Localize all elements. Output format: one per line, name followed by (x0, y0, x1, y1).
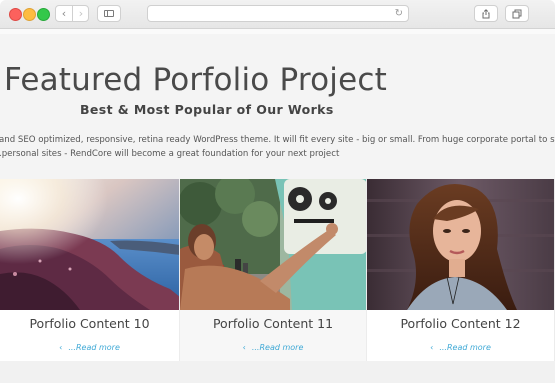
portfolio-card[interactable]: Porfolio Content 11 ‹ ...Read more (180, 179, 367, 361)
read-more-label: ...Read more (68, 343, 120, 352)
chevron-left-icon: ‹ (430, 343, 434, 352)
reload-icon[interactable]: ↻ (395, 6, 403, 21)
portfolio-grid: Porfolio Content 10 ‹ ...Read more Porfo… (0, 179, 555, 361)
minimize-window-button[interactable] (23, 8, 36, 21)
portfolio-thumbnail-portrait[interactable] (367, 179, 554, 310)
portfolio-thumbnail-street-art[interactable] (180, 179, 366, 310)
portfolio-card-title[interactable]: Porfolio Content 12 (367, 316, 554, 331)
description-line-1: and SEO optimized, responsive, retina re… (0, 135, 555, 145)
share-button[interactable] (474, 5, 498, 22)
browser-toolbar: ‹ › ↻ (0, 0, 555, 29)
address-bar[interactable]: ↻ (147, 5, 409, 22)
browser-window: ‹ › ↻ Featured Porfolio Project Best & M… (0, 0, 555, 383)
close-window-button[interactable] (9, 8, 22, 21)
page-description: and SEO optimized, responsive, retina re… (0, 133, 555, 161)
sidebar-icon (104, 10, 114, 17)
sidebar-toggle-button[interactable] (97, 5, 121, 22)
page-footer-strip (0, 361, 555, 383)
chevron-right-icon[interactable]: › (73, 6, 89, 21)
read-more-link[interactable]: ‹ ...Read more (180, 343, 366, 352)
chevron-left-icon: ‹ (242, 343, 246, 352)
zoom-window-button[interactable] (37, 8, 50, 21)
read-more-link[interactable]: ‹ ...Read more (367, 343, 554, 352)
read-more-label: ...Read more (439, 343, 491, 352)
portfolio-thumbnail-coast[interactable] (0, 179, 179, 310)
portfolio-card-title[interactable]: Porfolio Content 10 (0, 316, 179, 331)
read-more-link[interactable]: ‹ ...Read more (0, 343, 179, 352)
page-content: Featured Porfolio Project Best & Most Po… (0, 34, 555, 383)
show-tabs-button[interactable] (505, 5, 529, 22)
chevron-left-icon[interactable]: ‹ (56, 6, 73, 21)
page-title: Featured Porfolio Project (4, 62, 387, 98)
tabs-icon (512, 9, 522, 19)
share-icon (482, 9, 490, 19)
read-more-label: ...Read more (251, 343, 304, 352)
chevron-left-icon: ‹ (59, 343, 63, 352)
portfolio-card[interactable]: Porfolio Content 12 ‹ ...Read more (367, 179, 555, 361)
history-nav: ‹ › (55, 5, 89, 22)
portfolio-card-title[interactable]: Porfolio Content 11 (180, 316, 366, 331)
portfolio-card[interactable]: Porfolio Content 10 ‹ ...Read more (0, 179, 180, 361)
description-line-2: .personal sites - RendCore will become a… (0, 149, 340, 159)
page-subtitle: Best & Most Popular of Our Works (80, 102, 334, 117)
